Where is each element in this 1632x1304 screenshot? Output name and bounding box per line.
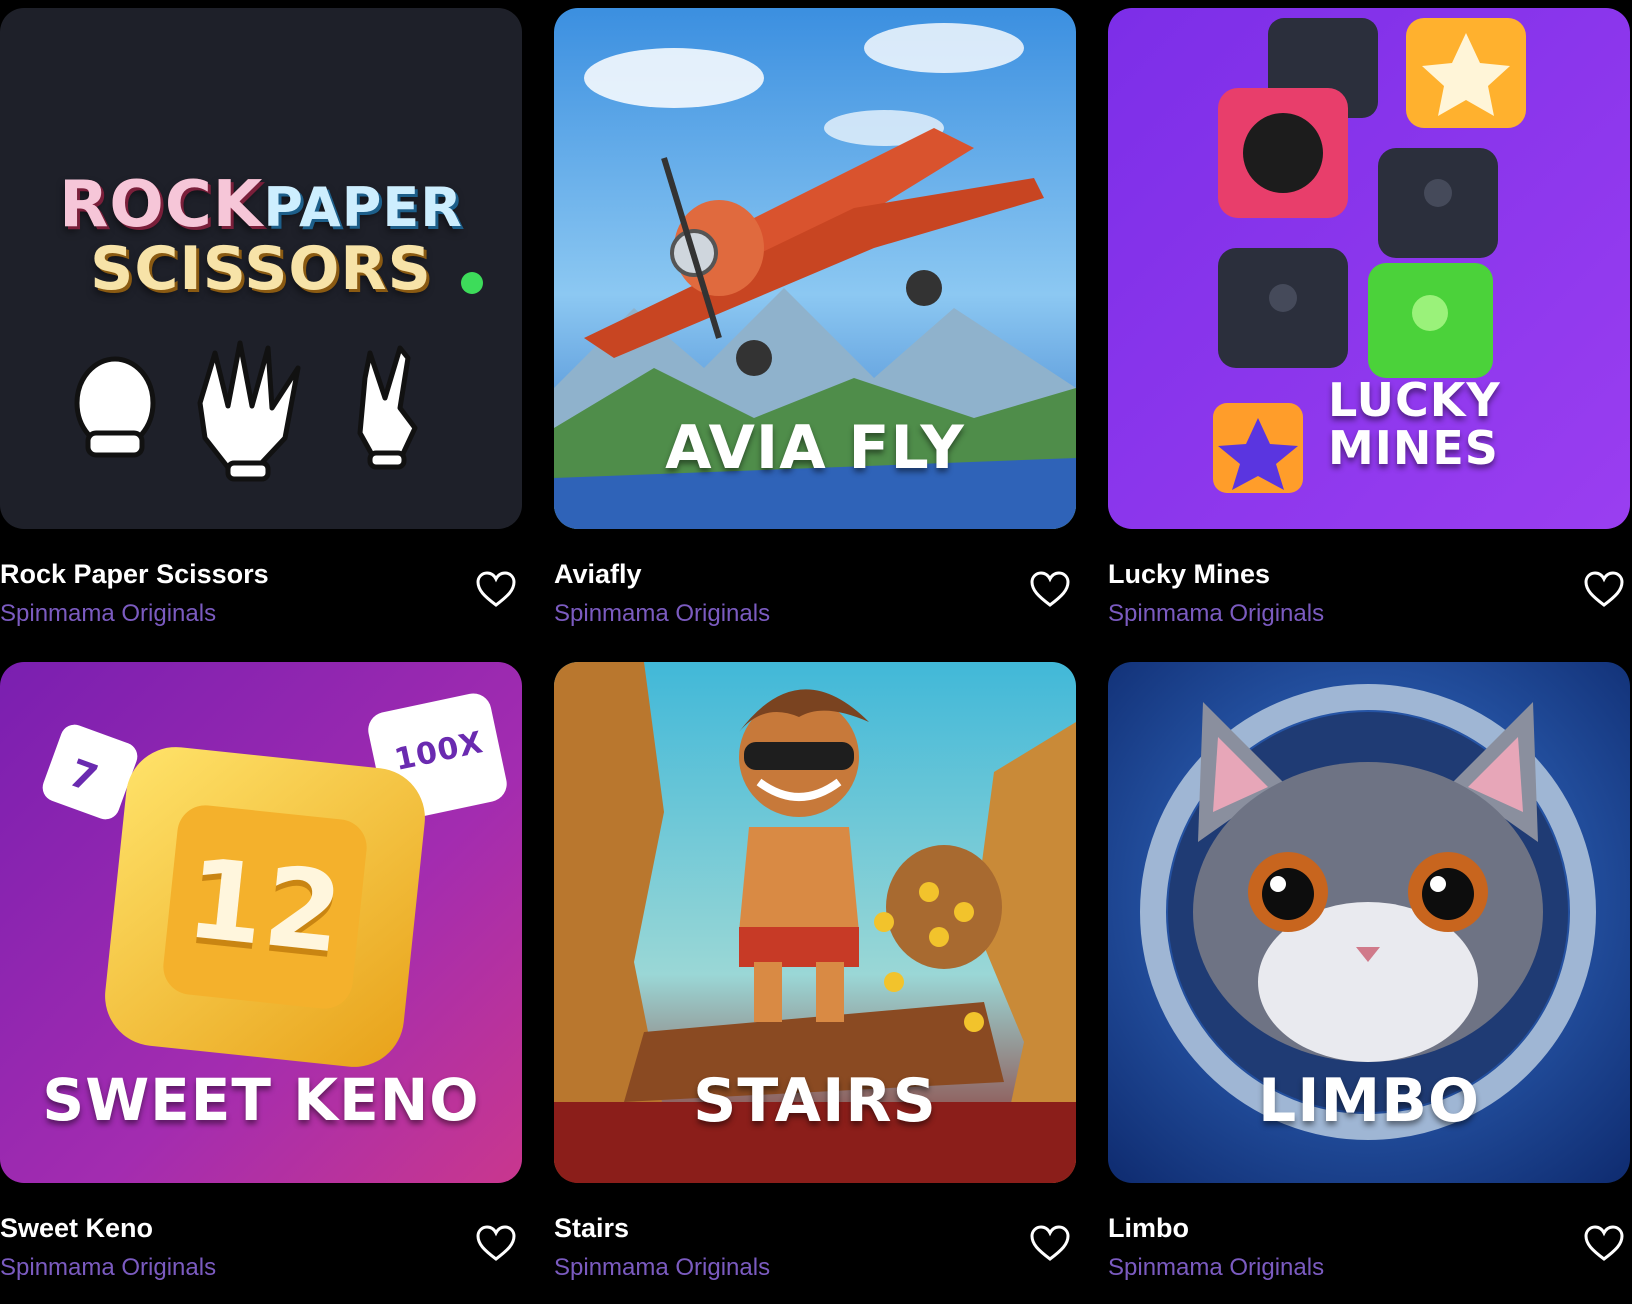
- keno-number: 12: [181, 834, 349, 978]
- logo-paper: PAPER: [263, 176, 463, 239]
- game-title[interactable]: Sweet Keno: [0, 1213, 153, 1244]
- heart-outline-icon[interactable]: [1028, 569, 1072, 609]
- game-thumbnail[interactable]: LUCKY MINES: [1108, 8, 1630, 529]
- game-provider[interactable]: Spinmama Originals: [554, 600, 770, 628]
- game-meta: Aviafly Spinmama Originals: [554, 529, 1076, 627]
- logo-lucky-mines: LUCKY MINES: [1328, 376, 1501, 472]
- game-thumbnail[interactable]: LIMBO: [1108, 662, 1630, 1183]
- heart-outline-icon[interactable]: [1028, 1223, 1072, 1263]
- game-thumbnail[interactable]: 7 100X 12 SWEET KENO: [0, 662, 522, 1183]
- game-card-sweet-keno[interactable]: 7 100X 12 SWEET KENO Sweet Keno Spinmama…: [0, 662, 522, 1281]
- heart-outline-icon[interactable]: [474, 1223, 518, 1263]
- logo-lucky: LUCKY: [1328, 373, 1501, 427]
- logo-line-1: ROCKPAPER: [0, 168, 522, 242]
- game-meta: Stairs Spinmama Originals: [554, 1183, 1076, 1281]
- game-provider[interactable]: Spinmama Originals: [1108, 600, 1324, 628]
- rock-hand-icon: [74, 356, 156, 458]
- game-title[interactable]: Lucky Mines: [1108, 559, 1270, 590]
- game-thumbnail[interactable]: AVIA FLY: [554, 8, 1076, 529]
- games-grid: ROCKPAPER SCISSORS Rock Paper Scissors S…: [0, 8, 1632, 1281]
- heart-outline-icon[interactable]: [474, 569, 518, 609]
- game-title[interactable]: Rock Paper Scissors: [0, 559, 269, 590]
- game-card-rock-paper-scissors[interactable]: ROCKPAPER SCISSORS Rock Paper Scissors S…: [0, 8, 522, 627]
- game-meta: Limbo Spinmama Originals: [1108, 1183, 1630, 1281]
- game-title[interactable]: Stairs: [554, 1213, 629, 1244]
- game-meta: Sweet Keno Spinmama Originals: [0, 1183, 522, 1281]
- game-card-lucky-mines[interactable]: LUCKY MINES Lucky Mines Spinmama Origina…: [1108, 8, 1630, 627]
- game-thumbnail[interactable]: ROCKPAPER SCISSORS: [0, 8, 522, 529]
- game-meta: Lucky Mines Spinmama Originals: [1108, 529, 1630, 627]
- game-card-stairs[interactable]: STAIRS Stairs Spinmama Originals: [554, 662, 1076, 1281]
- game-card-aviafly[interactable]: AVIA FLY Aviafly Spinmama Originals: [554, 8, 1076, 627]
- logo-rock: ROCK: [59, 168, 264, 242]
- heart-outline-icon[interactable]: [1582, 569, 1626, 609]
- logo-stairs: STAIRS: [693, 1066, 937, 1136]
- game-provider[interactable]: Spinmama Originals: [0, 1254, 216, 1282]
- game-provider[interactable]: Spinmama Originals: [554, 1254, 770, 1282]
- logo-mines: MINES: [1328, 421, 1499, 475]
- game-provider[interactable]: Spinmama Originals: [0, 600, 216, 628]
- game-provider[interactable]: Spinmama Originals: [1108, 1254, 1324, 1282]
- game-title[interactable]: Limbo: [1108, 1213, 1189, 1244]
- game-title[interactable]: Aviafly: [554, 559, 642, 590]
- logo-limbo: LIMBO: [1257, 1066, 1480, 1136]
- logo-sweet-keno: SWEET KENO: [42, 1066, 480, 1134]
- game-meta: Rock Paper Scissors Spinmama Originals: [0, 529, 522, 627]
- game-thumbnail[interactable]: STAIRS: [554, 662, 1076, 1183]
- coin-bag-icon: [886, 845, 1002, 969]
- game-card-limbo[interactable]: LIMBO Limbo Spinmama Originals: [1108, 662, 1630, 1281]
- logo-scissors: SCISSORS: [90, 234, 432, 304]
- logo-aviafly: AVIA FLY: [665, 413, 965, 483]
- heart-outline-icon[interactable]: [1582, 1223, 1626, 1263]
